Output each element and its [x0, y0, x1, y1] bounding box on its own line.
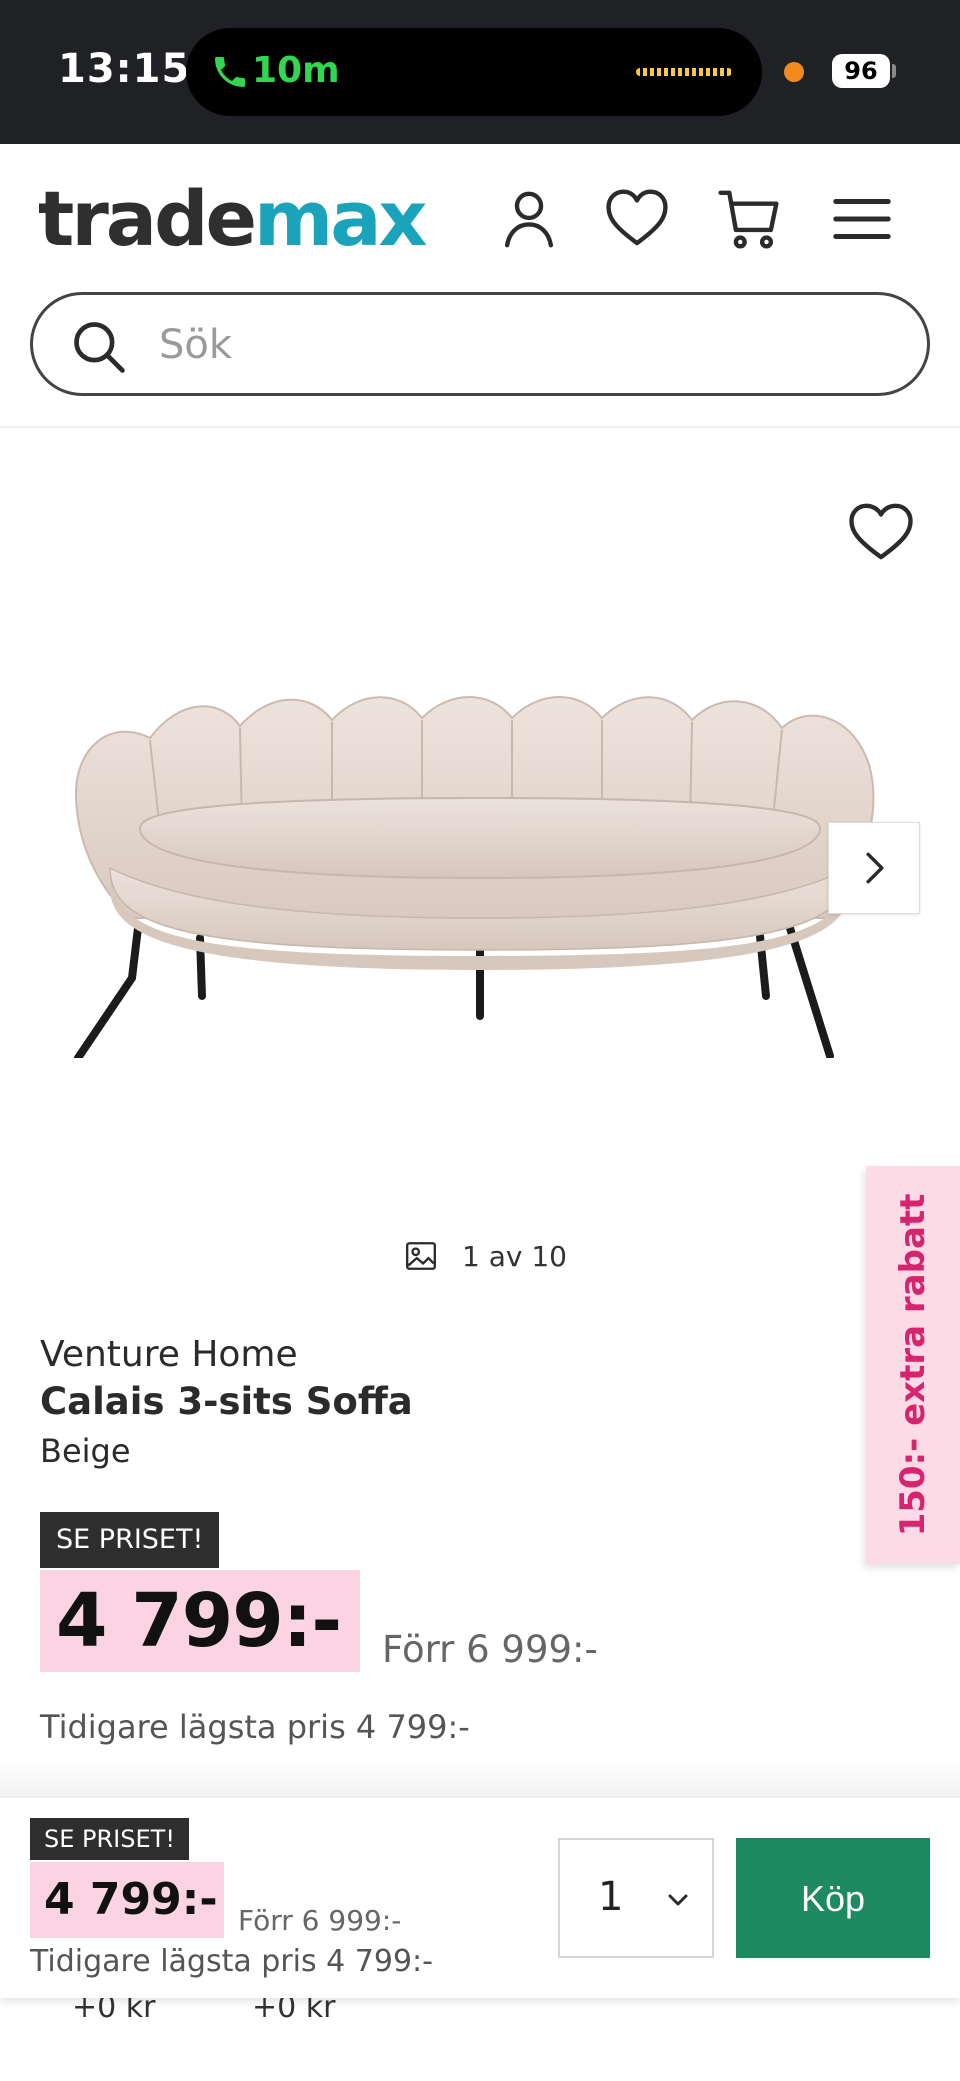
sofa-product-image[interactable] [70, 678, 890, 1058]
battery-nub [892, 64, 896, 78]
old-price: Förr 6 999:- [382, 1628, 598, 1671]
image-icon [406, 1242, 436, 1270]
site-header: trademax [0, 144, 960, 424]
product-gallery[interactable]: 1 av 10 [0, 428, 960, 1288]
call-duration: 10m [252, 50, 340, 91]
buy-button[interactable]: Köp [736, 1838, 930, 1958]
image-counter-text: 1 av 10 [462, 1239, 567, 1273]
status-time: 13:15 [58, 46, 191, 92]
trademax-logo[interactable]: trademax [38, 174, 428, 263]
sticky-current-price: 4 799:- [44, 1874, 218, 1925]
search-input[interactable] [157, 315, 897, 375]
search-bar[interactable] [30, 292, 930, 396]
current-price: 4 799:- [56, 1578, 342, 1664]
price-badge: SE PRISET! [40, 1512, 220, 1568]
quantity-select[interactable]: 1 [558, 1838, 714, 1958]
audio-waveform-icon [636, 68, 732, 76]
price-highlight: 4 799:- [40, 1570, 360, 1672]
logo-part-trade: trade [38, 174, 257, 263]
chevron-down-icon [668, 1894, 688, 1906]
search-icon[interactable] [69, 317, 129, 377]
next-image-button[interactable] [828, 822, 920, 914]
mic-indicator-icon [784, 62, 804, 82]
quantity-value: 1 [598, 1874, 624, 1920]
menu-icon[interactable] [826, 184, 898, 254]
chevron-right-icon [866, 852, 884, 884]
extra-discount-tab[interactable]: 150:- extra rabatt [866, 1166, 960, 1564]
favorite-heart-icon[interactable] [846, 500, 916, 564]
sticky-old-price: Förr 6 999:- [238, 1904, 402, 1937]
sticky-bar-shadow [0, 1760, 960, 1800]
heart-icon[interactable] [600, 184, 674, 254]
account-icon[interactable] [494, 184, 564, 254]
product-title: Calais 3-sits Soffa [40, 1380, 413, 1423]
cart-icon[interactable] [712, 184, 786, 254]
logo-part-max: max [254, 174, 427, 263]
sticky-price-badge: SE PRISET! [30, 1818, 189, 1860]
image-counter: 1 av 10 [404, 1236, 567, 1276]
extra-discount-label: 150:- extra rabatt [893, 1193, 933, 1537]
battery-indicator: 96 [832, 54, 890, 88]
lowest-price-info: Tidigare lägsta pris 4 799:- [40, 1708, 470, 1746]
dynamic-island[interactable]: 10m [186, 28, 762, 116]
sticky-price-highlight: 4 799:- [30, 1862, 224, 1938]
product-color: Beige [40, 1432, 131, 1470]
status-bar: 13:15 10m 96 [0, 0, 960, 144]
sticky-buy-bar: SE PRISET! 4 799:- Förr 6 999:- Tidigare… [0, 1798, 960, 1998]
phone-icon [215, 57, 245, 87]
sticky-lowest-price-info: Tidigare lägsta pris 4 799:- [30, 1944, 433, 1979]
product-brand[interactable]: Venture Home [40, 1334, 298, 1375]
